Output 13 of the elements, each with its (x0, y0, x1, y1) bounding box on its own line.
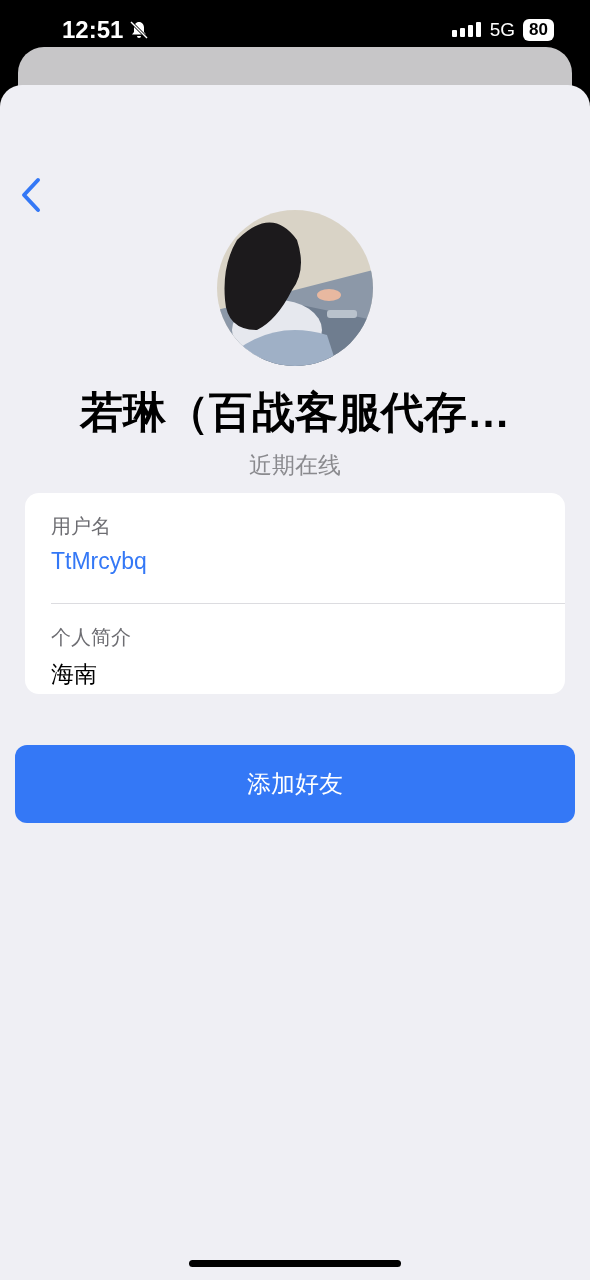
field-value: 海南 (51, 660, 97, 689)
add-friend-button[interactable]: 添加好友 (15, 745, 575, 823)
status-time: 12:51 (62, 16, 124, 44)
signal-icon (451, 21, 482, 39)
muted-bell-icon (129, 20, 150, 40)
username-link[interactable]: TtMrcybq (51, 548, 147, 575)
field-label: 个人简介 (51, 625, 131, 650)
online-status: 近期在线 (249, 451, 341, 480)
battery-level: 80 (523, 19, 554, 41)
network-type: 5G (489, 19, 516, 41)
back-icon[interactable] (20, 177, 42, 213)
field-label: 用户名 (51, 514, 111, 539)
contact-name: 若琳（百战客服代存… (80, 387, 510, 438)
